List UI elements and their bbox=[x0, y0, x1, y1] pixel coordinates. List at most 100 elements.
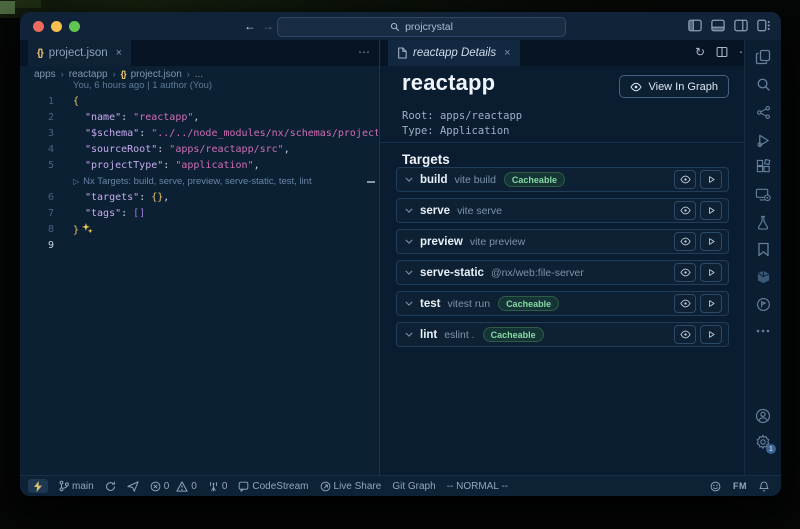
customize-layout-icon[interactable] bbox=[757, 19, 771, 32]
run-target-button[interactable] bbox=[700, 294, 722, 313]
target-row-lint[interactable]: lint eslint . Cacheable bbox=[396, 322, 729, 347]
command-center-search[interactable]: projcrystal bbox=[277, 17, 566, 37]
codestream-status[interactable]: CodeStream bbox=[238, 481, 308, 492]
remote-indicator[interactable] bbox=[28, 479, 48, 493]
tab-label: project.json bbox=[49, 47, 108, 59]
editor-project-json[interactable]: apps › reactapp › {} project.json › ... … bbox=[20, 66, 378, 476]
extensions-icon[interactable] bbox=[753, 156, 773, 176]
run-target-button[interactable] bbox=[700, 263, 722, 282]
view-in-graph-button[interactable]: View In Graph bbox=[619, 75, 729, 98]
bookmarks-icon[interactable] bbox=[753, 239, 773, 259]
explorer-copy-icon[interactable] bbox=[753, 47, 773, 67]
send-status[interactable] bbox=[127, 481, 139, 492]
overview-ruler-mark bbox=[367, 181, 375, 183]
line-number: 8 bbox=[20, 222, 54, 238]
show-target-config-button[interactable] bbox=[674, 201, 696, 220]
json-file-icon: {} bbox=[37, 48, 43, 59]
tab-overflow-more-icon[interactable]: ⋯ bbox=[358, 45, 371, 59]
fm-indicator[interactable]: FM bbox=[733, 481, 747, 491]
cacheable-badge: Cacheable bbox=[498, 296, 559, 311]
lightning-icon bbox=[34, 481, 42, 492]
codelens-blame[interactable]: You, 6 hours ago | 1 author (You) bbox=[73, 78, 212, 94]
remote-explorer-icon[interactable] bbox=[753, 184, 773, 204]
show-target-config-button[interactable] bbox=[674, 294, 696, 313]
sparkle-icon bbox=[82, 223, 93, 240]
status-bar: main 0 0 0 CodeStream Live Share bbox=[20, 475, 781, 496]
target-row-serve-static[interactable]: serve-static @nx/web:file-server bbox=[396, 260, 729, 285]
notifications-status[interactable] bbox=[759, 481, 769, 492]
code-line: { bbox=[73, 94, 79, 110]
window-close-button[interactable] bbox=[33, 21, 44, 32]
project-root: Root: apps/reactapp bbox=[402, 110, 522, 122]
problems-status[interactable]: 0 0 bbox=[150, 481, 197, 492]
tab-reactapp-details[interactable]: reactapp Details × bbox=[388, 40, 520, 66]
eye-icon bbox=[630, 82, 642, 92]
desktop-wallpaper-patch bbox=[15, 0, 41, 8]
target-row-serve[interactable]: serve vite serve bbox=[396, 198, 729, 223]
source-control-icon[interactable] bbox=[753, 102, 773, 122]
code-line: "targets": {}, bbox=[73, 190, 169, 206]
target-row-build[interactable]: build vite build Cacheable bbox=[396, 167, 729, 192]
radio-tower-icon bbox=[208, 481, 219, 492]
target-row-preview[interactable]: preview vite preview bbox=[396, 229, 729, 254]
show-target-config-button[interactable] bbox=[674, 325, 696, 344]
refresh-icon[interactable]: ↻ bbox=[695, 45, 705, 59]
breadcrumb-apps[interactable]: apps bbox=[34, 69, 56, 80]
run-target-button[interactable] bbox=[700, 201, 722, 220]
chevron-down-icon[interactable] bbox=[405, 177, 413, 182]
vscode-window: ← → projcrystal {} project.json × ⋯ reac… bbox=[20, 12, 781, 496]
line-number: 4 bbox=[20, 142, 54, 158]
window-zoom-button[interactable] bbox=[69, 21, 80, 32]
tab-project-json[interactable]: {} project.json × bbox=[28, 40, 131, 66]
target-row-test[interactable]: test vitest run Cacheable bbox=[396, 291, 729, 316]
smiley-icon bbox=[710, 481, 721, 492]
cacheable-badge: Cacheable bbox=[504, 172, 565, 187]
navigate-forward-button[interactable]: → bbox=[262, 18, 274, 34]
line-number: 1 bbox=[20, 94, 54, 110]
git-graph-status[interactable]: Git Graph bbox=[392, 481, 435, 492]
live-share-status[interactable]: Live Share bbox=[320, 481, 382, 492]
time-flag-icon[interactable] bbox=[753, 294, 773, 314]
project-title: reactapp bbox=[402, 70, 495, 96]
settings-gear-icon[interactable]: 1 bbox=[753, 432, 773, 452]
show-target-config-button[interactable] bbox=[674, 263, 696, 282]
run-target-button[interactable] bbox=[700, 170, 722, 189]
warning-icon bbox=[176, 481, 188, 492]
git-branch-status[interactable]: main bbox=[59, 480, 94, 492]
split-editor-icon[interactable] bbox=[716, 46, 728, 58]
line-number: 6 bbox=[20, 190, 54, 206]
chevron-down-icon[interactable] bbox=[405, 270, 413, 275]
run-debug-icon[interactable] bbox=[753, 130, 773, 150]
toggle-panel-icon[interactable] bbox=[711, 19, 725, 32]
ports-status[interactable]: 0 bbox=[208, 481, 228, 492]
run-target-button[interactable] bbox=[700, 325, 722, 344]
nx-console-icon[interactable] bbox=[753, 267, 773, 287]
codestream-icon bbox=[238, 481, 249, 492]
testing-flask-icon[interactable] bbox=[753, 212, 773, 232]
codelens-nx-targets[interactable]: ▷ Nx Targets: build, serve, preview, ser… bbox=[73, 174, 312, 190]
bell-icon bbox=[759, 481, 769, 492]
account-icon[interactable] bbox=[753, 406, 773, 426]
window-minimize-button[interactable] bbox=[51, 21, 62, 32]
navigate-back-button[interactable]: ← bbox=[244, 18, 256, 34]
close-tab-icon[interactable]: × bbox=[504, 47, 510, 59]
close-tab-icon[interactable]: × bbox=[116, 47, 122, 59]
chevron-down-icon[interactable] bbox=[405, 208, 413, 213]
feedback-status[interactable] bbox=[710, 481, 721, 492]
toggle-primary-sidebar-icon[interactable] bbox=[688, 19, 702, 32]
show-target-config-button[interactable] bbox=[674, 232, 696, 251]
more-views-icon[interactable] bbox=[753, 321, 773, 341]
chevron-down-icon[interactable] bbox=[405, 332, 413, 337]
chevron-down-icon[interactable] bbox=[405, 301, 413, 306]
toggle-secondary-sidebar-icon[interactable] bbox=[734, 19, 748, 32]
live-share-icon bbox=[320, 481, 331, 492]
chevron-down-icon[interactable] bbox=[405, 239, 413, 244]
search-icon bbox=[390, 22, 400, 32]
search-icon[interactable] bbox=[753, 74, 773, 94]
sync-status[interactable] bbox=[105, 481, 116, 492]
code-line: "sourceRoot": "apps/reactapp/src", bbox=[73, 142, 290, 158]
activity-bar: 1 bbox=[744, 40, 781, 476]
run-target-button[interactable] bbox=[700, 232, 722, 251]
show-target-config-button[interactable] bbox=[674, 170, 696, 189]
run-codelens-icon[interactable]: ▷ bbox=[73, 174, 79, 190]
